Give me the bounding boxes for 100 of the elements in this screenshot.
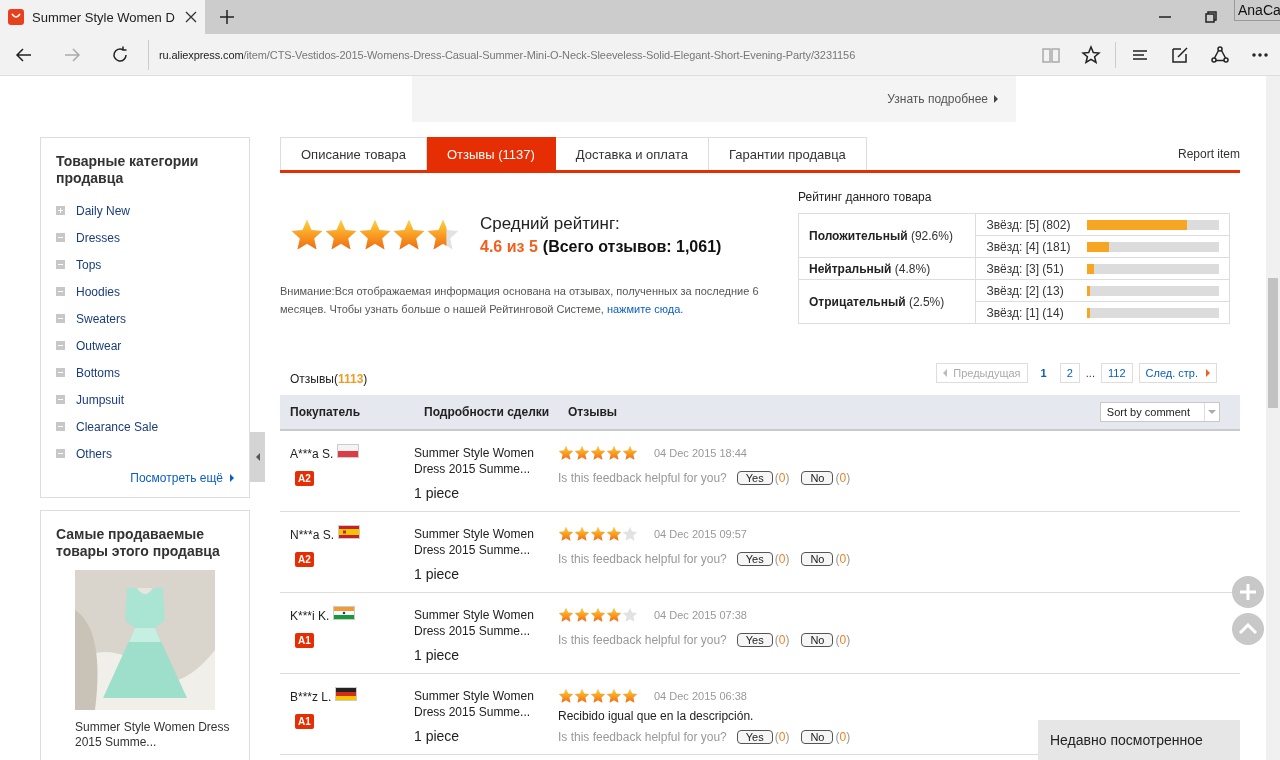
category-link[interactable]: Bottoms (76, 365, 120, 380)
recently-viewed-bar[interactable]: Недавно посмотренное (1038, 720, 1240, 760)
chevron-up-icon (1238, 623, 1258, 635)
caret-icon (994, 95, 998, 103)
star-icon (574, 445, 590, 461)
vote-count: (0) (774, 471, 790, 485)
star-icon (590, 607, 606, 623)
category-link[interactable]: Sweaters (76, 311, 127, 326)
tab[interactable]: Отзывы (1137) (426, 137, 556, 170)
flag-icon (336, 688, 357, 700)
category-link[interactable]: Others (76, 446, 112, 461)
quantity-text: 1 piece (414, 728, 461, 744)
category-link[interactable]: Tops (76, 257, 102, 272)
star-icon (574, 526, 590, 542)
collapse-icon[interactable] (56, 422, 65, 431)
product-link[interactable]: Summer Style Women Dress 2015 Summe... (414, 607, 544, 639)
no-button[interactable]: No (801, 471, 834, 485)
tab[interactable]: Описание товара (280, 137, 427, 170)
star-icon (606, 526, 622, 542)
star-icon (622, 526, 638, 542)
see-more-link[interactable]: Посмотреть ещё (130, 471, 223, 485)
sort-dropdown[interactable]: Sort by comment (1099, 402, 1220, 422)
total-reviews: (Всего отзывов: 1,061) (542, 238, 722, 255)
click-here-link[interactable]: нажмите сюда. (606, 303, 684, 315)
category-link[interactable]: Jumpsuit (76, 392, 125, 407)
helpful-question: Is this feedback helpful for you? (558, 633, 727, 647)
vote-count: (0) (835, 552, 851, 566)
rating-title: Рейтинг данного товара (798, 190, 933, 204)
reviews-count: Отзывы(1113) (289, 372, 368, 386)
column-header: Покупатель (289, 406, 362, 418)
collapse-icon[interactable] (56, 233, 65, 242)
product-link[interactable]: Summer Style Women Dress 2015 Summe... (414, 445, 544, 477)
star-icon (558, 607, 574, 623)
collapse-icon[interactable] (56, 260, 65, 269)
vote-count: (0) (835, 471, 851, 485)
page-button[interactable]: 112 (1100, 363, 1133, 383)
scrollbar[interactable] (1266, 76, 1280, 760)
star-icon (590, 445, 606, 461)
next-page-button[interactable]: След. стр. (1138, 363, 1217, 383)
no-button[interactable]: No (801, 552, 834, 566)
star-icon (574, 688, 590, 704)
category-link[interactable]: Clearance Sale (76, 419, 159, 434)
review-date: 04 Dec 2015 09:57 (654, 528, 747, 540)
yes-button[interactable]: Yes (736, 730, 773, 744)
tab-title: Summer Style Women D (32, 9, 176, 25)
product-link[interactable]: Summer Style Women Dress 2015 Summe... (56, 720, 234, 750)
close-icon (185, 11, 197, 23)
star-icon (426, 218, 460, 252)
product-link[interactable]: Summer Style Women Dress 2015 Summe... (414, 526, 544, 558)
category-link[interactable]: Dresses (76, 230, 120, 245)
expand-icon[interactable] (56, 206, 65, 215)
review-date: 04 Dec 2015 18:44 (654, 447, 747, 459)
no-button[interactable]: No (801, 730, 834, 744)
table-cell: Отрицательный (2.5%) (798, 279, 976, 324)
collapse-icon[interactable] (56, 368, 65, 377)
flag-icon (339, 526, 360, 538)
yes-button[interactable]: Yes (736, 471, 773, 485)
vote-count: (0) (835, 730, 851, 744)
table-cell: Положительный (92.6%) (798, 213, 976, 258)
review-date: 04 Dec 2015 07:38 (654, 609, 747, 621)
column-header: Отзывы (568, 406, 618, 418)
collapse-icon[interactable] (56, 395, 65, 404)
category-link[interactable]: Daily New (76, 203, 130, 218)
star-icon (558, 688, 574, 704)
category-link[interactable]: Hoodies (76, 284, 121, 299)
category-link[interactable]: Outwear (76, 338, 122, 353)
tab[interactable]: Доставка и оплата (555, 137, 709, 170)
page-button[interactable]: 1 (1033, 363, 1054, 383)
product-link[interactable]: Summer Style Women Dress 2015 Summe... (414, 688, 544, 720)
level-badge: A1 (295, 714, 314, 729)
star-icon (558, 445, 574, 461)
no-button[interactable]: No (801, 633, 834, 647)
helpful-question: Is this feedback helpful for you? (558, 471, 727, 485)
browser-tab[interactable]: Summer Style Women D (0, 0, 205, 34)
yes-button[interactable]: Yes (736, 633, 773, 647)
collapse-icon[interactable] (56, 314, 65, 323)
star-icon (290, 218, 324, 252)
level-badge: A2 (295, 471, 314, 486)
add-button[interactable] (1232, 576, 1264, 608)
report-link[interactable]: Report item (1177, 137, 1240, 170)
quantity-text: 1 piece (414, 647, 461, 663)
star-icon (590, 688, 606, 704)
scroll-top-button[interactable] (1232, 613, 1264, 645)
quantity-text: 1 piece (414, 566, 461, 582)
table-cell: Нейтральный (4.8%) (798, 257, 976, 280)
tab[interactable]: Гарантии продавца (708, 137, 867, 170)
page-button[interactable]: 2 (1059, 363, 1080, 383)
flag-icon (334, 607, 355, 619)
collapse-icon[interactable] (56, 287, 65, 296)
level-badge: A1 (295, 633, 314, 648)
rating-note: Внимание:Вся отображаемая информация основана на отзывах, полученных за последние 6 месяцев. Чтобы узнать больше о нашей Рейтинговой Системе, нажмите сюда. (280, 284, 760, 317)
yes-button[interactable]: Yes (736, 552, 773, 566)
collapse-handle[interactable] (250, 432, 265, 482)
review-text: Recibido igual que en la descripción. (558, 709, 755, 723)
star-icon (358, 218, 392, 252)
more-link[interactable]: Узнать подробнее (887, 92, 988, 106)
collapse-icon[interactable] (56, 341, 65, 350)
star-icon (392, 218, 426, 252)
buyer-name: N***a S. (290, 528, 335, 542)
collapse-icon[interactable] (56, 449, 65, 458)
